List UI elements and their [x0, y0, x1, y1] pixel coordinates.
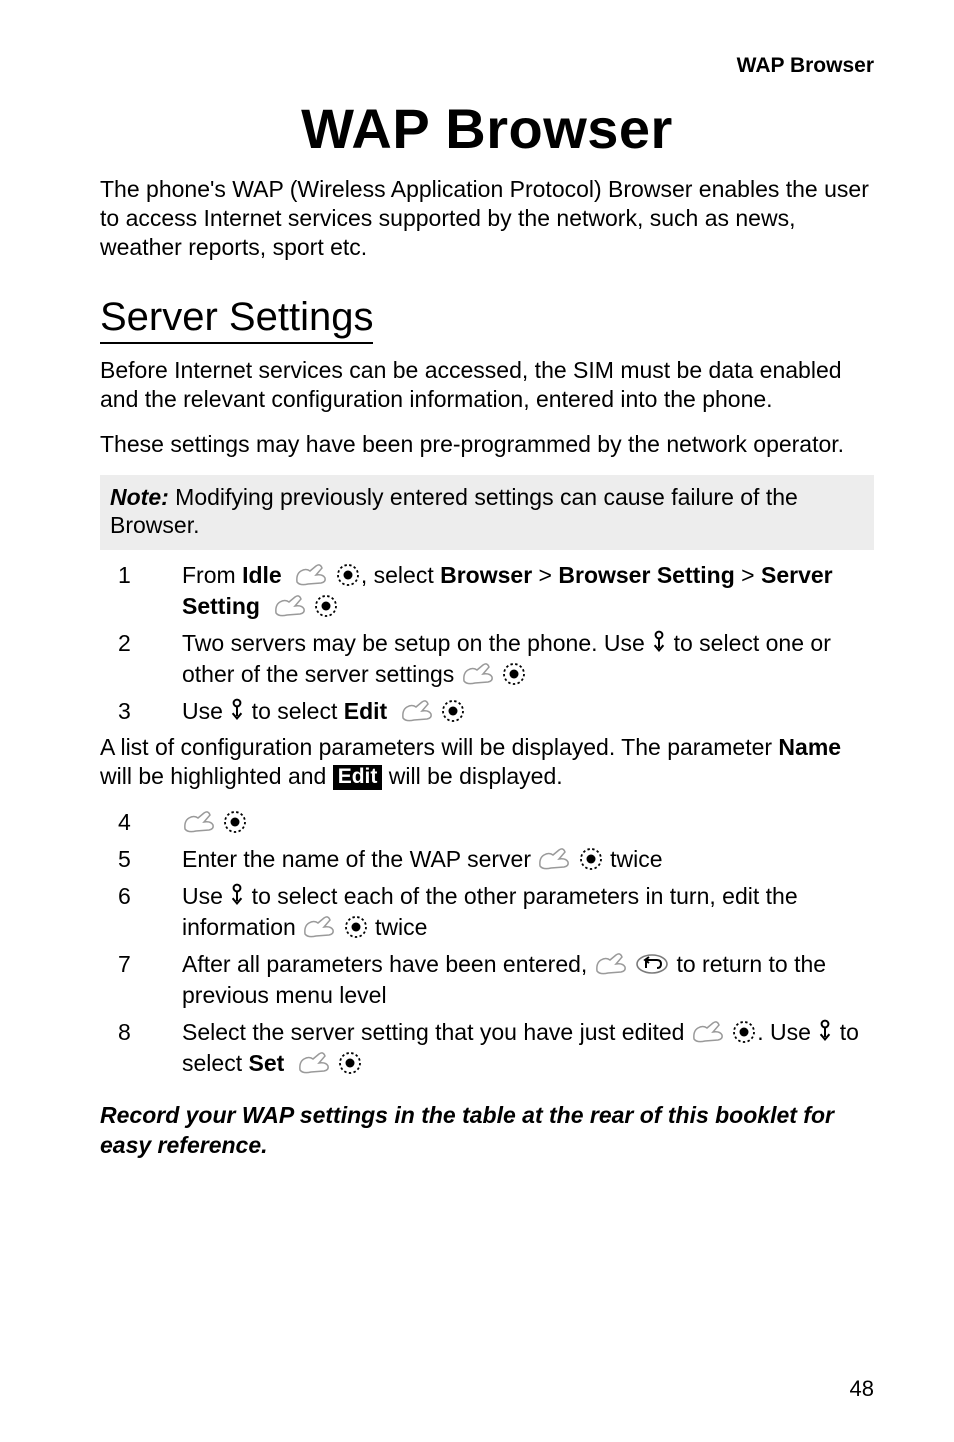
arrow-down-icon — [651, 630, 667, 656]
running-header: WAP Browser — [100, 54, 874, 78]
step-6: 6 Use to select each of the other parame… — [118, 881, 874, 943]
nav-center-icon — [731, 1019, 757, 1045]
note-label: Note: — [110, 484, 169, 510]
step-3-text-a: Use — [182, 698, 229, 724]
footer-reference: Record your WAP settings in the table at… — [100, 1101, 874, 1161]
mid-para-name: Name — [778, 734, 841, 760]
page: WAP Browser WAP Browser The phone's WAP … — [0, 0, 954, 1442]
note-body: Modifying previously entered settings ca… — [110, 484, 798, 539]
press-hand-icon — [294, 562, 328, 588]
mid-para-a: A list of configuration parameters will … — [100, 734, 778, 760]
step-2-text-a: Two servers may be setup on the phone. U… — [182, 630, 651, 656]
press-hand-icon — [302, 914, 336, 940]
steps-list-1: 1 From Idle , select Browser > Browser S… — [118, 560, 874, 727]
nav-center-icon — [335, 562, 361, 588]
step-8-text-b: . Use — [757, 1019, 817, 1045]
press-hand-icon — [182, 809, 216, 835]
mid-para-b: will be highlighted and — [100, 763, 333, 789]
step-8: 8 Select the server setting that you hav… — [118, 1017, 874, 1079]
section-paragraph-1: Before Internet services can be accessed… — [100, 356, 874, 414]
press-hand-icon — [273, 593, 307, 619]
step-1-text-b: , select — [361, 562, 440, 588]
back-key-icon — [634, 951, 670, 977]
steps-list-2: 4 5 Enter the name of the WAP server twi… — [118, 807, 874, 1079]
press-hand-icon — [691, 1019, 725, 1045]
step-4: 4 — [118, 807, 874, 838]
step-1-idle: Idle — [242, 562, 282, 588]
nav-center-icon — [440, 698, 466, 724]
press-hand-icon — [400, 698, 434, 724]
step-1-gt1: > — [532, 562, 558, 588]
step-3: 3 Use to select Edit — [118, 696, 874, 727]
section-heading-server-settings: Server Settings — [100, 295, 373, 344]
nav-center-icon — [343, 914, 369, 940]
step-1-browser-setting: Browser Setting — [558, 562, 734, 588]
mid-paragraph: A list of configuration parameters will … — [100, 733, 874, 791]
nav-center-icon — [501, 661, 527, 687]
intro-paragraph: The phone's WAP (Wireless Application Pr… — [100, 175, 874, 261]
nav-center-icon — [578, 846, 604, 872]
arrow-down-icon — [229, 883, 245, 909]
nav-center-icon — [313, 593, 339, 619]
section-paragraph-2: These settings may have been pre-program… — [100, 430, 874, 459]
press-hand-icon — [461, 661, 495, 687]
edit-badge: Edit — [333, 765, 383, 790]
press-hand-icon — [594, 951, 628, 977]
step-5-text-b: twice — [604, 846, 663, 872]
note-box: Note: Modifying previously entered setti… — [100, 475, 874, 551]
step-1-browser: Browser — [440, 562, 532, 588]
step-5-text-a: Enter the name of the WAP server — [182, 846, 537, 872]
step-1-text-a: From — [182, 562, 242, 588]
step-5: 5 Enter the name of the WAP server twice — [118, 844, 874, 875]
step-7: 7 After all parameters have been entered… — [118, 949, 874, 1011]
step-2: 2 Two servers may be setup on the phone.… — [118, 628, 874, 690]
nav-center-icon — [337, 1050, 363, 1076]
step-8-text-a: Select the server setting that you have … — [182, 1019, 691, 1045]
press-hand-icon — [537, 846, 571, 872]
arrow-down-icon — [817, 1019, 833, 1045]
press-hand-icon — [297, 1050, 331, 1076]
step-6-text-b: to select each of the other parameters i… — [182, 883, 798, 940]
step-7-text-a: After all parameters have been entered, — [182, 951, 594, 977]
step-6-text-a: Use — [182, 883, 229, 909]
step-3-text-b: to select — [245, 698, 343, 724]
nav-center-icon — [222, 809, 248, 835]
mid-para-c: will be displayed. — [382, 763, 562, 789]
step-3-edit: Edit — [344, 698, 387, 724]
arrow-down-icon — [229, 698, 245, 724]
step-1: 1 From Idle , select Browser > Browser S… — [118, 560, 874, 622]
page-number: 48 — [850, 1376, 874, 1402]
step-1-gt2: > — [735, 562, 761, 588]
step-6-text-c: twice — [369, 914, 428, 940]
page-title: WAP Browser — [100, 96, 874, 161]
step-8-set: Set — [248, 1050, 284, 1076]
